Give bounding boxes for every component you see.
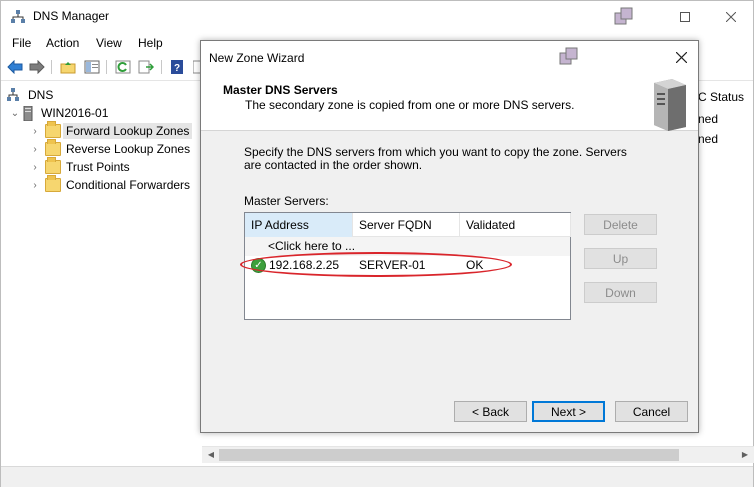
back-arrow-icon[interactable] [6, 58, 24, 76]
server-icon [23, 105, 33, 121]
column-header-status[interactable]: C Status [698, 90, 744, 104]
chevron-right-icon[interactable]: › [29, 126, 41, 137]
menu-help[interactable]: Help [138, 36, 163, 50]
wizard-header: Master DNS Servers The secondary zone is… [201, 73, 698, 131]
next-button[interactable]: Next > [532, 401, 605, 422]
tree-item-conditional-forwarders[interactable]: › Conditional Forwarders [29, 175, 191, 194]
chevron-right-icon[interactable]: › [29, 144, 41, 155]
svg-text:?: ? [174, 63, 180, 74]
tree-item-label: Reverse Lookup Zones [66, 142, 191, 156]
app-titlebar: DNS Manager [1, 1, 753, 32]
folder-icon [45, 121, 61, 138]
tree-root-dns[interactable]: DNS [7, 86, 53, 104]
status-cell: ned [698, 112, 719, 126]
scroll-left-icon[interactable]: ◀ [204, 449, 218, 461]
menu-file[interactable]: File [12, 36, 31, 50]
tree-item-trust-points[interactable]: › Trust Points [29, 157, 130, 176]
folder-icon [45, 157, 61, 174]
wizard-title: New Zone Wizard [209, 51, 305, 65]
tree-server-label: WIN2016-01 [41, 106, 109, 120]
chevron-right-icon[interactable]: › [29, 180, 41, 191]
new-zone-wizard-dialog: New Zone Wizard Master DNS Servers The s… [200, 40, 699, 433]
up-button[interactable]: Up [584, 248, 657, 269]
status-bar [1, 466, 753, 487]
page-heading: Master DNS Servers [223, 83, 338, 97]
maximize-button[interactable] [662, 1, 708, 32]
wizard-close-button[interactable] [664, 41, 698, 73]
server-tower-icon [654, 79, 686, 131]
menu-action[interactable]: Action [46, 36, 79, 50]
cancel-button[interactable]: Cancel [615, 401, 688, 422]
instructions-text: Specify the DNS servers from which you w… [244, 145, 627, 172]
refresh-icon[interactable] [114, 58, 132, 76]
master-servers-label: Master Servers: [244, 194, 329, 208]
column-ip-address[interactable]: IP Address [245, 213, 353, 237]
close-icon [675, 51, 687, 63]
wizard-overlap-icon [559, 47, 578, 65]
help-icon[interactable]: ? [168, 58, 186, 76]
chevron-down-icon[interactable]: ⌄ [9, 108, 21, 119]
down-button[interactable]: Down [584, 282, 657, 303]
restore-overlap-icon [601, 1, 647, 32]
tree-item-label: Conditional Forwarders [66, 178, 191, 192]
dns-icon [7, 88, 19, 101]
tree-server[interactable]: ⌄ WIN2016-01 [9, 104, 108, 122]
scroll-thumb[interactable] [219, 449, 679, 461]
close-button[interactable] [708, 1, 754, 32]
dns-manager-icon [11, 10, 25, 23]
folder-icon [45, 139, 61, 156]
chevron-right-icon[interactable]: › [29, 162, 41, 173]
scroll-right-icon[interactable]: ▶ [738, 449, 752, 461]
export-list-icon[interactable] [137, 58, 155, 76]
wizard-titlebar: New Zone Wizard [201, 41, 698, 73]
folder-icon [45, 175, 61, 192]
menu-view[interactable]: View [96, 36, 122, 50]
tree-item-forward-lookup-zones[interactable]: › Forward Lookup Zones [29, 121, 193, 140]
page-subheading: The secondary zone is copied from one or… [245, 98, 575, 112]
tree-item-reverse-lookup-zones[interactable]: › Reverse Lookup Zones [29, 139, 191, 158]
back-button[interactable]: < Back [454, 401, 527, 422]
tree-item-label: Trust Points [66, 160, 130, 174]
tree-root-label: DNS [28, 88, 54, 102]
up-folder-icon[interactable] [59, 58, 77, 76]
highlight-annotation [240, 252, 512, 277]
tree-item-label: Forward Lookup Zones [63, 123, 193, 139]
status-cell: ned [698, 132, 719, 146]
list-header: IP Address Server FQDN Validated [245, 213, 571, 237]
console-tree: DNS ⌄ WIN2016-01 › Forward Lookup Zones … [1, 82, 202, 466]
delete-button[interactable]: Delete [584, 214, 657, 235]
column-server-fqdn[interactable]: Server FQDN [353, 213, 460, 237]
app-title: DNS Manager [33, 9, 110, 23]
console-tree-icon[interactable] [83, 58, 101, 76]
column-validated[interactable]: Validated [460, 213, 571, 237]
wizard-body: Specify the DNS servers from which you w… [201, 131, 698, 434]
horizontal-scrollbar[interactable]: ◀ ▶ [202, 446, 754, 463]
forward-arrow-icon[interactable] [28, 58, 46, 76]
